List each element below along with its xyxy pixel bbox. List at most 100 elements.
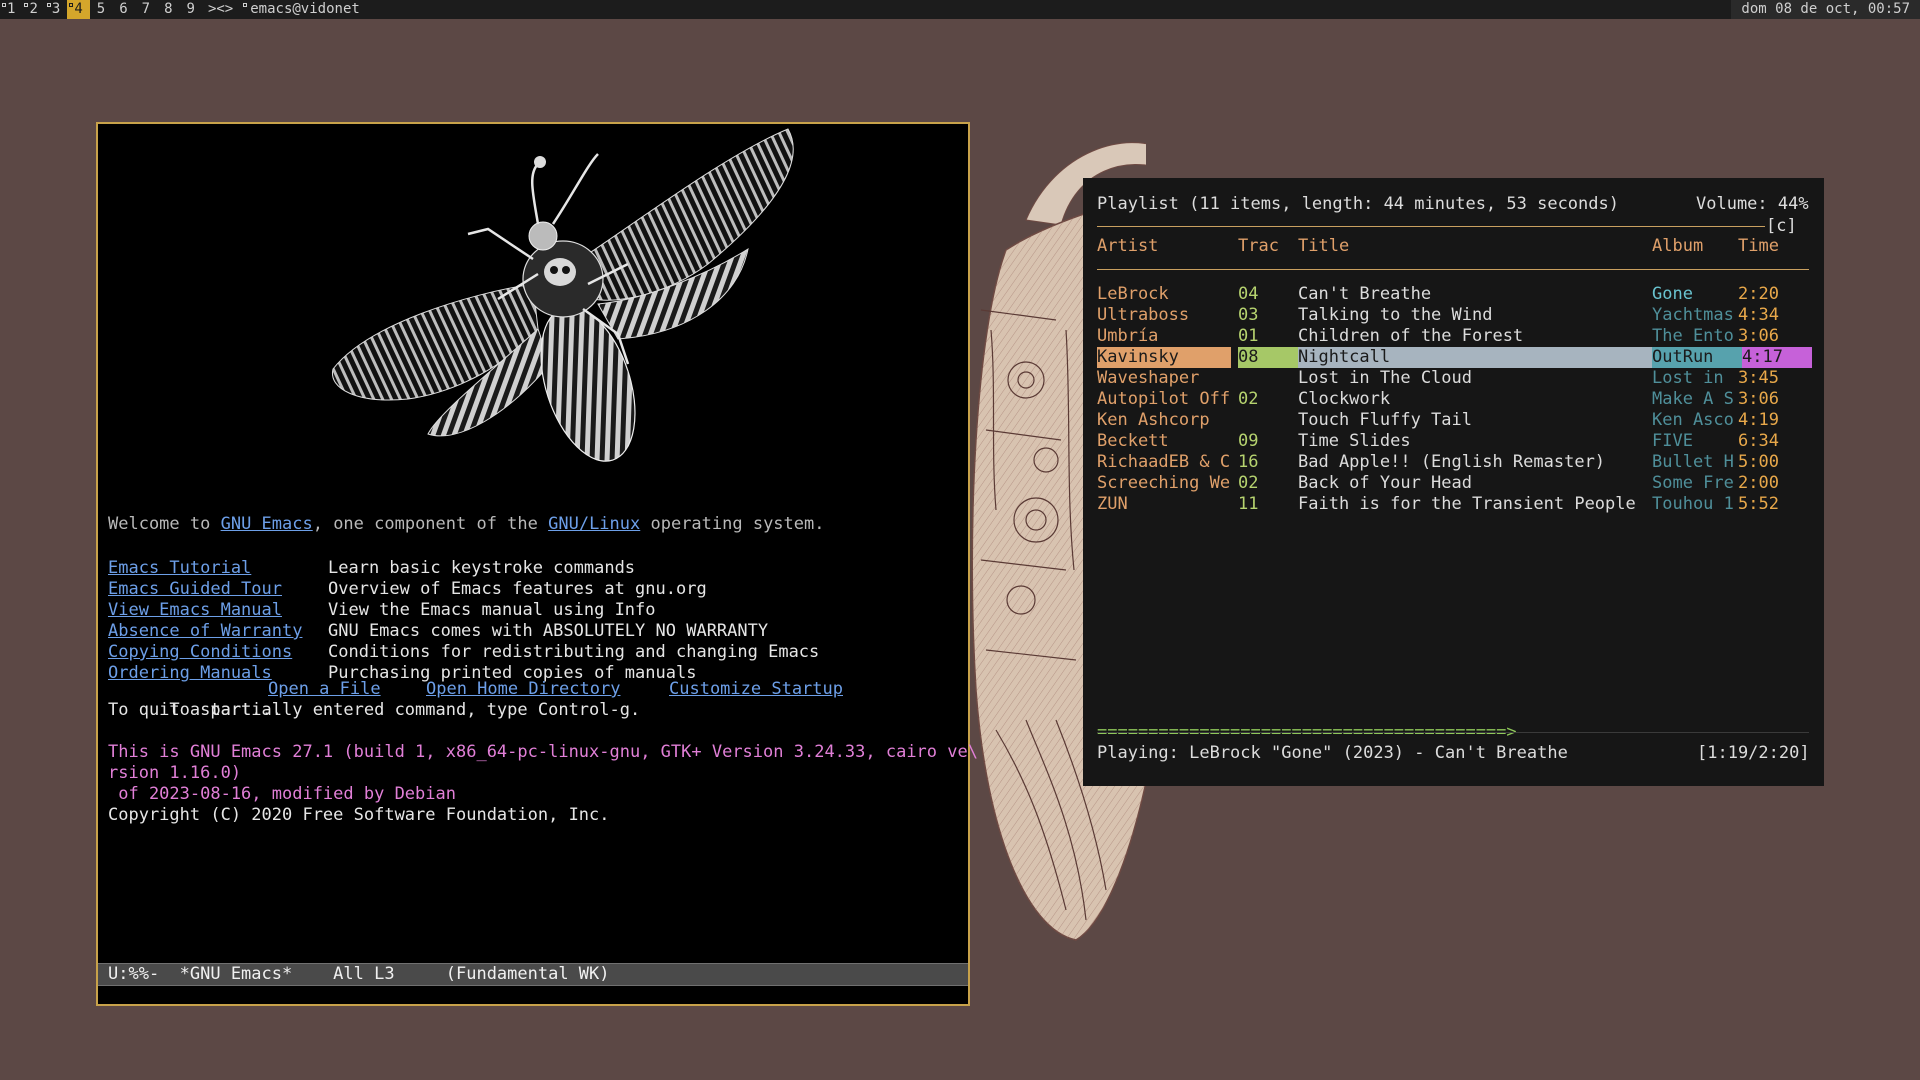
consume-flag: [c] xyxy=(1766,216,1797,236)
startup-link-view-emacs-manual[interactable]: View Emacs Manual xyxy=(108,600,282,621)
playlist-header: Playlist (11 items, length: 44 minutes, … xyxy=(1097,194,1619,214)
version-line-3: of 2023-08-16, modified by Debian xyxy=(108,784,456,804)
playlist-cell-album: Make A S xyxy=(1652,389,1734,409)
start-line: To start... xyxy=(108,679,282,720)
playlist-cell-artist: Beckett xyxy=(1097,431,1169,451)
playlist-cell-track: 02 xyxy=(1238,389,1259,409)
playlist-cell-title: Can't Breathe xyxy=(1298,284,1432,304)
layout-indicator[interactable]: ><> xyxy=(208,0,233,19)
column-header-time[interactable]: Time xyxy=(1738,236,1798,257)
workspace-6[interactable]: 6 xyxy=(112,0,134,19)
playlist-cell-title: Children of the Forest xyxy=(1298,326,1524,346)
welcome-text: operating system. xyxy=(640,514,825,534)
workspace-9[interactable]: 9 xyxy=(180,0,202,19)
playlist-cell-time: 3:45 xyxy=(1738,368,1779,388)
playlist-cell-time: 2:20 xyxy=(1738,284,1779,304)
playlist-cell-album: Bullet H xyxy=(1652,452,1734,472)
column-header-artist[interactable]: Artist xyxy=(1097,236,1231,257)
gnu-emacs-link[interactable]: GNU Emacs xyxy=(221,514,313,534)
workspace-4[interactable]: 4 xyxy=(67,0,90,19)
playlist-cell-title: Lost in The Cloud xyxy=(1298,368,1472,388)
playlist-cell-artist: Umbría xyxy=(1097,326,1159,346)
playlist-cell-track: 01 xyxy=(1238,326,1259,346)
elapsed-time: [1:19/2:20] xyxy=(1697,743,1810,763)
playlist-cell-artist: Waveshaper xyxy=(1097,368,1200,388)
version-line-1: This is GNU Emacs 27.1 (build 1, x86_64-… xyxy=(108,742,978,762)
playlist-cell-title: Touch Fluffy Tail xyxy=(1298,410,1472,430)
open-home-directory-link[interactable]: Open Home Directory xyxy=(426,679,620,700)
emacs-window[interactable]: Welcome to GNU Emacs, one component of t… xyxy=(96,122,978,1006)
workspace-list: 123456789 xyxy=(0,0,202,19)
startup-link-description: Conditions for redistributing and changi… xyxy=(328,642,820,662)
workspace-7[interactable]: 7 xyxy=(135,0,157,19)
startup-link-description: Overview of Emacs features at gnu.org xyxy=(328,579,707,599)
workspace-1[interactable]: 1 xyxy=(0,0,22,19)
playlist-row[interactable]: Umbría 01 Children of the Forest The Ento 3:… xyxy=(1097,326,1809,347)
workspace-5[interactable]: 5 xyxy=(90,0,112,19)
welcome-line: Welcome to GNU Emacs, one component of t… xyxy=(108,514,824,535)
startup-link-emacs-guided-tour[interactable]: Emacs Guided Tour xyxy=(108,579,282,600)
clock: dom 08 de oct, 00:57 xyxy=(1731,0,1920,19)
death-head-moth-splash-image xyxy=(331,128,794,462)
column-header-title[interactable]: Title xyxy=(1298,236,1638,257)
volume-indicator[interactable]: Volume: 44% xyxy=(1696,194,1809,215)
playlist-cell-artist: ZUN xyxy=(1097,494,1128,514)
playlist-cell-artist: Kavinsky xyxy=(1097,347,1231,368)
playlist-cell-track: 16 xyxy=(1238,452,1259,472)
column-headers: Artist Track Title Album Time xyxy=(1097,236,1809,257)
header-divider xyxy=(1097,226,1765,227)
playlist-cell-album: Some Fre xyxy=(1652,473,1734,493)
column-header-album[interactable]: Album xyxy=(1652,236,1734,257)
playlist-cell-title: Faith is for the Transient People xyxy=(1298,494,1636,514)
music-player-window[interactable]: Playlist (11 items, length: 44 minutes, … xyxy=(1083,178,1824,786)
emacs-mode-line[interactable]: U:%%- *GNU Emacs* All L3 (Fundamental WK… xyxy=(98,963,968,986)
playlist-row[interactable]: Waveshaper Lost in The Cloud Lost in 3:45 xyxy=(1097,368,1809,389)
playlist-cell-artist: Ken Ashcorp xyxy=(1097,410,1210,430)
playlist-cell-album: Gone xyxy=(1652,284,1693,304)
playlist-cell-time: 5:52 xyxy=(1738,494,1779,514)
open-file-link[interactable]: Open a File xyxy=(268,679,381,700)
playlist-cell-track: 08 xyxy=(1238,347,1298,368)
playlist-cell-track: 04 xyxy=(1238,284,1259,304)
playlist-cell-album: Touhou 1 xyxy=(1652,494,1734,514)
playlist-cell-album: OutRun xyxy=(1652,347,1742,368)
playlist-cell-title: Bad Apple!! (English Remaster) xyxy=(1298,452,1606,472)
playlist-row[interactable]: Ultraboss 03 Talking to the Wind Yachtmas 4:… xyxy=(1097,305,1809,326)
playlist-cell-title: Time Slides xyxy=(1298,431,1411,451)
playlist-cell-track: 09 xyxy=(1238,431,1259,451)
quit-hint: To quit a partially entered command, typ… xyxy=(108,700,641,720)
workspace-8[interactable]: 8 xyxy=(157,0,179,19)
playlist-cell-track: 02 xyxy=(1238,473,1259,493)
startup-link-copying-conditions[interactable]: Copying Conditions xyxy=(108,642,292,663)
playlist-row[interactable]: RichaadEB & C 16 Bad Apple!! (English Rema… xyxy=(1097,452,1809,473)
playlist-cell-time: 3:06 xyxy=(1738,389,1779,409)
playlist-cell-track: 11 xyxy=(1238,494,1259,514)
playlist-row[interactable]: LeBrock 04 Can't Breathe Gone 2:20 xyxy=(1097,284,1809,305)
playlist-cell-title: Talking to the Wind xyxy=(1298,305,1493,325)
customize-startup-link[interactable]: Customize Startup xyxy=(669,679,843,700)
playlist-row[interactable]: Ken Ashcorp Touch Fluffy Tail Ken Asco 4:19 xyxy=(1097,410,1809,431)
playlist-row[interactable]: Autopilot Off 02 Clockwork Make A S 3:06 xyxy=(1097,389,1809,410)
workspace-2[interactable]: 2 xyxy=(22,0,44,19)
gnu-linux-link[interactable]: GNU/Linux xyxy=(548,514,640,534)
playlist-cell-title: Back of Your Head xyxy=(1298,473,1472,493)
startup-link-absence-of-warranty[interactable]: Absence of Warranty xyxy=(108,621,302,642)
playlist-cell-album: Lost in xyxy=(1652,368,1724,388)
playlist-row[interactable]: Screeching We 02 Back of Your Head Some Fre… xyxy=(1097,473,1809,494)
column-header-track[interactable]: Track xyxy=(1238,236,1278,257)
playlist-cell-album: The Ento xyxy=(1652,326,1734,346)
playlist-cell-track: 03 xyxy=(1238,305,1259,325)
startup-link-description: GNU Emacs comes with ABSOLUTELY NO WARRA… xyxy=(328,621,769,641)
top-bar: 123456789 ><> emacs@vidonet dom 08 de oc… xyxy=(0,0,1920,19)
playlist-row[interactable]: Kavinsky 08 Nightcall OutRun 4:17 xyxy=(1097,347,1812,368)
playlist-cell-time: 4:17 xyxy=(1742,347,1812,368)
window-title: emacs@vidonet xyxy=(243,0,360,19)
workspace-3[interactable]: 3 xyxy=(45,0,67,19)
progress-track xyxy=(1097,732,1809,733)
playlist-cell-artist: RichaadEB & C xyxy=(1097,452,1231,472)
startup-link-emacs-tutorial[interactable]: Emacs Tutorial xyxy=(108,558,251,579)
startup-link-description: View the Emacs manual using Info xyxy=(328,600,656,620)
playlist-row[interactable]: Beckett 09 Time Slides FIVE 6:34 xyxy=(1097,431,1809,452)
playlist-cell-time: 3:06 xyxy=(1738,326,1779,346)
playlist-row[interactable]: ZUN 11 Faith is for the Transient People To… xyxy=(1097,494,1809,515)
